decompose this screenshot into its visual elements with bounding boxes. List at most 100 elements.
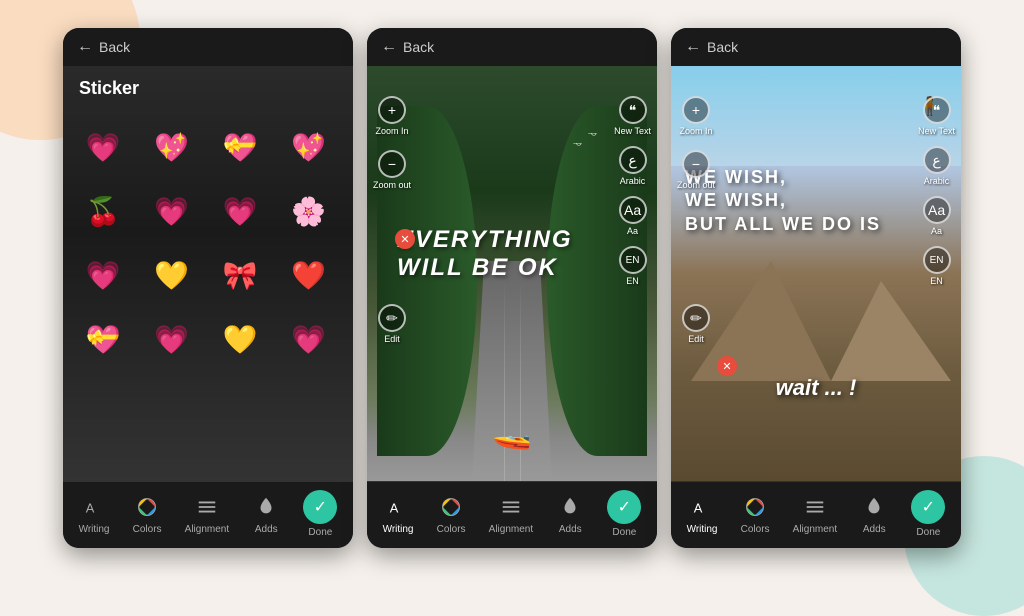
toolbar-done-1[interactable]: ✓ Done: [303, 490, 337, 538]
sticker-3[interactable]: 💝: [212, 119, 268, 175]
alignment-label-1: Alignment: [185, 524, 229, 535]
toolbar-colors-2[interactable]: Colors: [437, 493, 466, 535]
edit-btn-3[interactable]: ✏: [682, 304, 710, 332]
svg-text:A: A: [86, 501, 95, 516]
sticker-12[interactable]: ❤️: [281, 247, 337, 303]
text-close-btn-3[interactable]: ✕: [717, 356, 737, 376]
toolbar-writing-1[interactable]: A Writing: [79, 493, 110, 535]
sticker-6[interactable]: 💗: [144, 183, 200, 239]
en-btn-3[interactable]: EN: [923, 246, 951, 274]
aa-btn-3[interactable]: Aa: [923, 196, 951, 224]
text-overlay-wait-3[interactable]: wait ... !: [776, 375, 857, 401]
done-label-2: Done: [612, 527, 636, 538]
done-button-2[interactable]: ✓: [607, 490, 641, 524]
sticker-10[interactable]: 💛: [144, 247, 200, 303]
adds-label-3: Adds: [863, 524, 886, 535]
colors-icon-1: [133, 493, 161, 521]
toolbar-alignment-3[interactable]: Alignment: [793, 493, 837, 535]
zoom-in-btn-2[interactable]: +: [378, 96, 406, 124]
screen2-left-controls: + Zoom In − Zoom out ✏ Edit: [373, 96, 411, 344]
sticker-16[interactable]: 💗: [281, 311, 337, 367]
sticker-14[interactable]: 💗: [144, 311, 200, 367]
adds-icon-3: [860, 493, 888, 521]
screen2-content: 🚤 𐃷 𐃷 EVERYTHINGWILL BE OK + Zoom In − Z…: [367, 66, 657, 481]
screen1-toolbar: A Writing Colors: [63, 481, 353, 548]
done-button-3[interactable]: ✓: [911, 490, 945, 524]
sticker-11[interactable]: 🎀: [212, 247, 268, 303]
toolbar-adds-1[interactable]: Adds: [252, 493, 280, 535]
writing-icon-2: A: [384, 493, 412, 521]
sticker-7[interactable]: 💗: [212, 183, 268, 239]
writing-label-3: Writing: [687, 524, 718, 535]
toolbar-adds-2[interactable]: Adds: [556, 493, 584, 535]
text-overlay-2[interactable]: EVERYTHINGWILL BE OK: [397, 226, 573, 282]
alignment-icon-3: [801, 493, 829, 521]
back-arrow-icon-3[interactable]: ←: [685, 38, 701, 56]
done-button-1[interactable]: ✓: [303, 490, 337, 524]
sticker-15[interactable]: 💛: [212, 311, 268, 367]
zoom-in-group-3: + Zoom In: [677, 96, 715, 136]
arabic-group-2: ع Arabic: [619, 146, 647, 186]
sticker-9[interactable]: 💗: [75, 247, 131, 303]
text-close-btn-2[interactable]: ✕: [395, 229, 415, 249]
back-label-2[interactable]: Back: [403, 39, 434, 55]
toolbar-alignment-2[interactable]: Alignment: [489, 493, 533, 535]
back-arrow-icon-2[interactable]: ←: [381, 38, 397, 56]
toolbar-alignment-1[interactable]: Alignment: [185, 493, 229, 535]
screen3-toolbar: A Writing Colors: [671, 481, 961, 548]
colors-label-2: Colors: [437, 524, 466, 535]
arabic-btn-3[interactable]: ع: [923, 146, 951, 174]
aa-label-2: Aa: [627, 226, 638, 236]
colors-label-3: Colors: [741, 524, 770, 535]
svg-text:A: A: [694, 501, 703, 516]
toolbar-colors-1[interactable]: Colors: [133, 493, 162, 535]
arabic-btn-2[interactable]: ع: [619, 146, 647, 174]
new-text-btn-2[interactable]: ❝: [619, 96, 647, 124]
en-btn-2[interactable]: EN: [619, 246, 647, 274]
alignment-label-3: Alignment: [793, 524, 837, 535]
sticker-4[interactable]: 💖: [281, 119, 337, 175]
sticker-5[interactable]: 🍒: [75, 183, 131, 239]
writing-icon-1: A: [80, 493, 108, 521]
sticker-8[interactable]: 🌸: [281, 183, 337, 239]
toolbar-done-2[interactable]: ✓ Done: [607, 490, 641, 538]
screen3-header: ← Back: [671, 28, 961, 66]
screen1-bg: Sticker 💗 💖 💝 💖 🍒 💗 💗 🌸 💗 💛 🎀 ❤️ 💝 💗: [63, 66, 353, 481]
zoom-out-btn-3[interactable]: −: [682, 150, 710, 178]
arabic-label-3: Arabic: [924, 176, 950, 186]
aa-btn-2[interactable]: Aa: [619, 196, 647, 224]
screens-container: ← Back Sticker 💗 💖 💝 💖 🍒 💗 💗 🌸 💗 💛 🎀: [63, 28, 961, 548]
zoom-out-btn-2[interactable]: −: [378, 150, 406, 178]
screen3-photo: 🧍 WE WISH,WE WISH,BUT ALL WE DO IS wait …: [671, 66, 961, 481]
adds-label-2: Adds: [559, 524, 582, 535]
back-arrow-icon-1[interactable]: ←: [77, 38, 93, 56]
writing-label-2: Writing: [383, 524, 414, 535]
back-label-1[interactable]: Back: [99, 39, 130, 55]
phone-screen-2: ← Back 🚤 𐃷 𐃷 EVERYTHINGWILL BE OK: [367, 28, 657, 548]
en-group-2: EN EN: [619, 246, 647, 286]
back-label-3[interactable]: Back: [707, 39, 738, 55]
sticker-13[interactable]: 💝: [75, 311, 131, 367]
screen2-right-controls: ❝ New Text ع Arabic Aa Aa EN EN: [614, 96, 651, 286]
arabic-group-3: ع Arabic: [923, 146, 951, 186]
toolbar-done-3[interactable]: ✓ Done: [911, 490, 945, 538]
sticker-title: Sticker: [63, 66, 353, 111]
screen2-header: ← Back: [367, 28, 657, 66]
toolbar-writing-3[interactable]: A Writing: [687, 493, 718, 535]
svg-text:A: A: [390, 501, 399, 516]
toolbar-writing-2[interactable]: A Writing: [383, 493, 414, 535]
toolbar-colors-3[interactable]: Colors: [741, 493, 770, 535]
en-label-2: EN: [626, 276, 639, 286]
colors-icon-2: [437, 493, 465, 521]
bird-1: 𐃷: [588, 126, 597, 140]
toolbar-adds-3[interactable]: Adds: [860, 493, 888, 535]
new-text-btn-3[interactable]: ❝: [923, 96, 951, 124]
edit-btn-2[interactable]: ✏: [378, 304, 406, 332]
done-label-1: Done: [308, 527, 332, 538]
zoom-in-btn-3[interactable]: +: [682, 96, 710, 124]
screen2-photo: 🚤 𐃷 𐃷 EVERYTHINGWILL BE OK + Zoom In − Z…: [367, 66, 657, 481]
sticker-1[interactable]: 💗: [75, 119, 131, 175]
sticker-2[interactable]: 💖: [144, 119, 200, 175]
screen3-content: 🧍 WE WISH,WE WISH,BUT ALL WE DO IS wait …: [671, 66, 961, 481]
alignment-icon-2: [497, 493, 525, 521]
